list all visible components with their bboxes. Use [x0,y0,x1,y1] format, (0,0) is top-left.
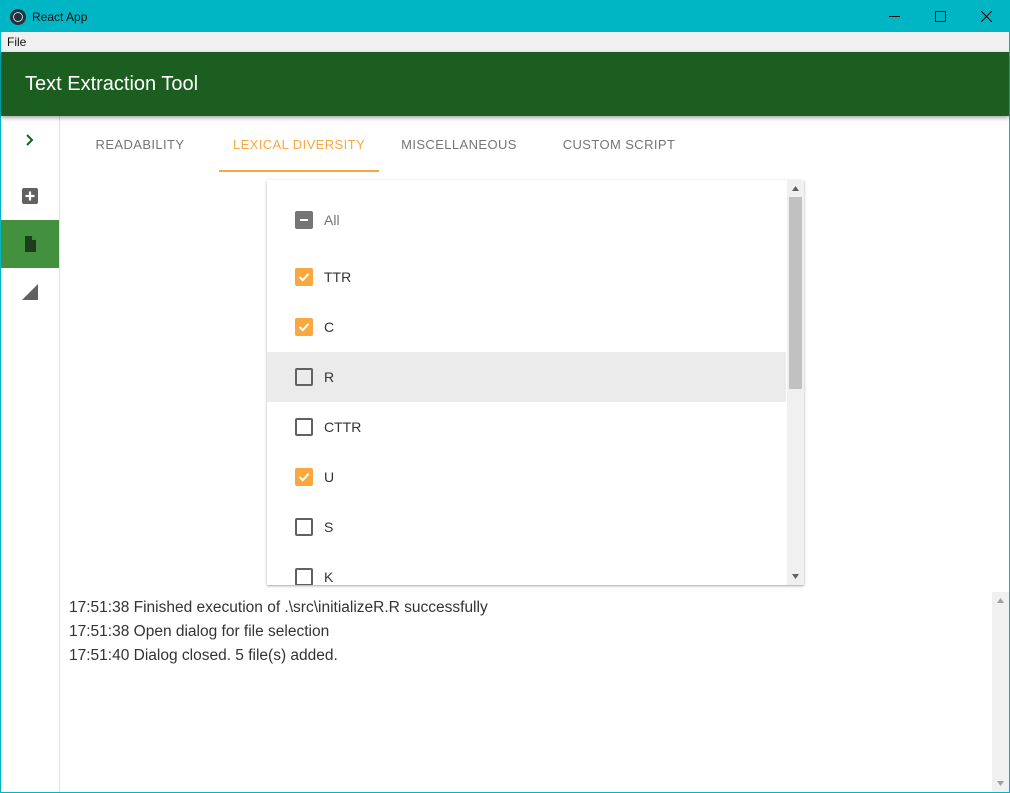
log-output: 17:51:38 Finished execution of .\src\ini… [61,592,1009,792]
list-item-label: TTR [324,269,352,285]
list-item-label: C [324,319,335,335]
add-box-icon [22,188,38,204]
tab-label: CUSTOM SCRIPT [562,136,676,152]
checkbox-r[interactable] [295,368,313,386]
measure-checklist-panel: All TTR C R CTTR U S K [267,180,804,585]
tab-label: READABILITY [95,136,185,152]
scroll-down-icon [997,781,1004,786]
checkbox-cttr[interactable] [295,418,313,436]
list-scrollbar[interactable] [787,180,804,585]
check-icon [298,323,310,332]
log-scroll-up-button[interactable] [992,592,1009,609]
window-titlebar: React App [1,1,1009,32]
sidebar [1,116,60,792]
log-line: 17:51:38 Finished execution of .\src\ini… [69,599,488,616]
indeterminate-icon [300,219,308,221]
scroll-down-icon [792,574,799,579]
tab-bar: READABILITY LEXICAL DIVERSITY MISCELLANE… [61,116,1009,172]
tab-miscellaneous[interactable]: MISCELLANEOUS [379,116,539,172]
scroll-up-icon [792,186,799,191]
app-bar: Text Extraction Tool [1,52,1009,116]
minimize-button[interactable] [871,1,917,32]
tab-label: MISCELLANEOUS [401,136,517,152]
list-item-label: K [324,569,334,585]
window-title: React App [32,9,88,24]
minimize-icon [888,16,900,17]
list-item-k[interactable]: K [267,552,786,585]
list-item-label: U [324,469,335,485]
tab-custom-script[interactable]: CUSTOM SCRIPT [539,116,699,172]
checkbox-u[interactable] [295,468,313,486]
scroll-down-button[interactable] [787,568,804,585]
log-scrollbar[interactable] [992,592,1009,792]
list-item-ttr[interactable]: TTR [267,252,786,302]
sidebar-item-signal[interactable] [1,268,59,316]
checkbox-s[interactable] [295,518,313,536]
file-icon [25,236,36,252]
list-item-label: S [324,519,334,535]
list-item-r[interactable]: R [267,352,786,402]
list-item-label: All [324,212,340,228]
log-line: 17:51:38 Open dialog for file selection [69,623,330,640]
scroll-up-icon [997,598,1004,603]
log-scroll-down-button[interactable] [992,775,1009,792]
check-icon [298,273,310,282]
checkbox-c[interactable] [295,318,313,336]
window-controls [871,1,1009,32]
menu-bar: File [1,32,1009,52]
checkbox-k[interactable] [295,568,313,585]
log-lines: 17:51:38 Finished execution of .\src\ini… [69,596,488,668]
app-title: Text Extraction Tool [25,72,199,95]
check-icon [298,473,310,482]
log-line: 17:51:40 Dialog closed. 5 file(s) added. [69,647,338,664]
menu-file[interactable]: File [1,35,32,49]
list-item-c[interactable]: C [267,302,786,352]
electron-icon [10,8,26,25]
list-item-label: CTTR [324,419,362,435]
checkbox-ttr[interactable] [295,268,313,286]
chevron-right-icon [26,134,34,146]
list-item-s[interactable]: S [267,502,786,552]
sidebar-item-file[interactable] [1,220,59,268]
measure-list: All TTR C R CTTR U S K [267,180,786,585]
close-button[interactable] [963,1,1009,32]
checkbox-all[interactable] [295,211,313,229]
list-item-u[interactable]: U [267,452,786,502]
list-item-label: R [324,369,335,385]
list-item-cttr[interactable]: CTTR [267,402,786,452]
sidebar-expand-button[interactable] [1,116,59,164]
scroll-thumb[interactable] [789,197,802,389]
maximize-button[interactable] [917,1,963,32]
tab-readability[interactable]: READABILITY [61,116,219,172]
tab-label: LEXICAL DIVERSITY [232,136,366,152]
close-icon [980,11,992,22]
scroll-up-button[interactable] [787,180,804,197]
sidebar-item-add[interactable] [1,172,59,220]
tab-lexical-diversity[interactable]: LEXICAL DIVERSITY [219,116,379,172]
signal-triangle-icon [22,284,38,300]
list-item-all[interactable]: All [267,195,786,245]
maximize-icon [934,11,946,22]
